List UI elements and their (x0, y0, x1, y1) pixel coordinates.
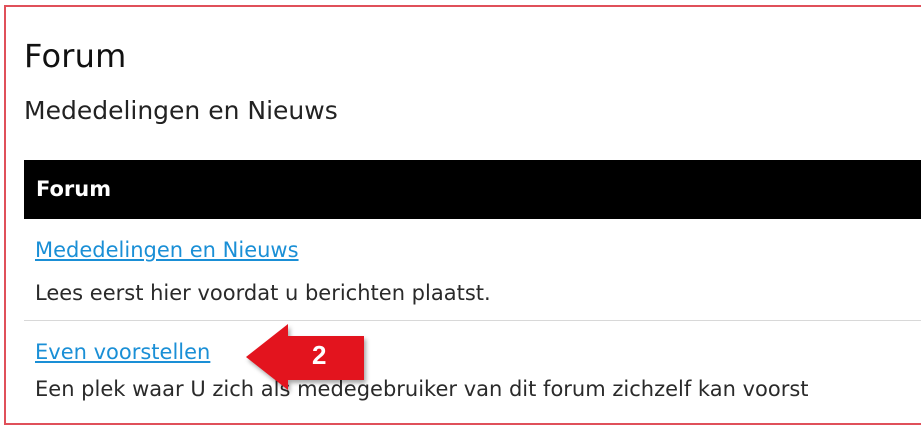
forum-column-header: Forum (36, 177, 112, 201)
step-callout-arrow: 2 (246, 322, 366, 392)
page-title: Forum (24, 37, 127, 75)
forum-row: Mededelingen en Nieuws Lees eerst hier v… (24, 225, 921, 321)
forum-link-mededelingen[interactable]: Mededelingen en Nieuws (35, 237, 299, 263)
page-subtitle: Mededelingen en Nieuws (24, 96, 338, 125)
step-number: 2 (312, 340, 327, 370)
forum-link-even-voorstellen[interactable]: Even voorstellen (35, 339, 210, 365)
forum-table-header: Forum (24, 160, 921, 219)
forum-description: Lees eerst hier voordat u berichten plaa… (35, 281, 491, 305)
forum-description: Een plek waar U zich als medegebruiker v… (35, 377, 809, 401)
forum-row: Even voorstellen Een plek waar U zich al… (24, 321, 921, 421)
left-arrow-icon (246, 324, 364, 390)
